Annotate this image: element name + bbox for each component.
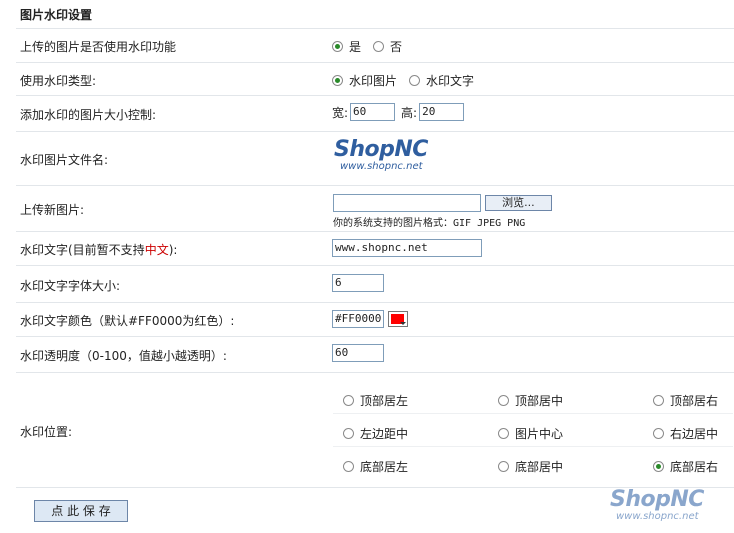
enable-yes-radio[interactable] — [332, 41, 343, 52]
footer-shopnc-logo: ShopNC www.shopnc.net — [610, 487, 704, 523]
watermark-logo-url: www.shopnc.net — [340, 161, 423, 172]
row-enable-watermark: 上传的图片是否使用水印功能 是 否 — [16, 29, 734, 63]
position-radio[interactable] — [653, 428, 664, 439]
position-option-label: 右边居中 — [670, 427, 719, 441]
height-label: 高: — [401, 105, 418, 120]
row-text-color: 水印文字颜色（默认#FF0000为红色）: #FF0000 — [16, 303, 734, 337]
width-input[interactable]: 60 — [350, 103, 396, 121]
position-option-label: 顶部居左 — [360, 394, 409, 408]
color-label: 水印文字颜色（默认#FF0000为红色）: — [20, 314, 235, 328]
position-grid-line-1 — [333, 413, 733, 414]
type-image-option[interactable]: 水印图片 — [332, 72, 397, 89]
watermark-logo-image: ShopNC www.shopnc.net — [334, 137, 428, 173]
position-option-label: 左边距中 — [360, 427, 409, 441]
width-label: 宽: — [332, 105, 349, 120]
font-size-input[interactable]: 6 — [332, 274, 384, 292]
position-radio[interactable] — [343, 395, 354, 406]
type-text-radio[interactable] — [409, 75, 421, 86]
height-input[interactable]: 20 — [419, 103, 465, 121]
row-font-size: 水印文字字体大小: 6 — [16, 266, 734, 303]
supported-formats-text: 你的系统支持的图片格式：GIF JPEG PNG — [333, 218, 526, 229]
position-option-label: 顶部居右 — [670, 394, 719, 408]
color-picker-button[interactable] — [388, 311, 408, 327]
position-radio[interactable] — [498, 461, 509, 472]
size-label: 添加水印的图片大小控制: — [20, 108, 157, 122]
wm-text-input[interactable]: www.shopnc.net — [332, 239, 482, 257]
position-grid-line-2 — [333, 446, 733, 447]
position-option[interactable]: 顶部居右 — [653, 392, 718, 409]
watermark-settings-page: 图片水印设置 上传的图片是否使用水印功能 是 否 使用水印类型: 水印图片 水印 — [0, 0, 734, 533]
wm-text-label-red: 中文 — [144, 243, 169, 257]
position-option[interactable]: 顶部居左 — [343, 392, 408, 409]
row-opacity: 水印透明度（0-100，值越小越透明）: 60 — [16, 337, 734, 373]
position-option-label: 底部居右 — [670, 460, 719, 474]
position-option-label: 底部居左 — [360, 460, 409, 474]
type-label: 使用水印类型: — [20, 74, 97, 88]
position-option[interactable]: 底部居左 — [343, 458, 408, 475]
type-text-option[interactable]: 水印文字 — [409, 72, 474, 89]
type-image-radio[interactable] — [332, 75, 343, 86]
position-option[interactable]: 图片中心 — [498, 425, 563, 442]
row-watermark-text: 水印文字(目前暂不支持中文): www.shopnc.net — [16, 232, 734, 266]
position-radio[interactable] — [343, 428, 354, 439]
enable-label: 上传的图片是否使用水印功能 — [20, 40, 177, 54]
position-radio[interactable] — [343, 461, 354, 472]
position-radio[interactable] — [498, 428, 509, 439]
enable-no-text: 否 — [390, 40, 403, 54]
wm-text-label-suffix: ): — [168, 243, 178, 257]
row-watermark-file: 水印图片文件名: ShopNC www.shopnc.net — [16, 132, 734, 186]
font-size-label: 水印文字字体大小: — [20, 279, 121, 293]
chevron-down-icon — [400, 322, 406, 325]
type-text-text: 水印文字 — [426, 74, 475, 88]
browse-button[interactable]: 浏览... — [484, 195, 552, 211]
position-radio[interactable] — [653, 395, 664, 406]
opacity-input[interactable]: 60 — [332, 344, 384, 362]
color-input[interactable]: #FF0000 — [332, 310, 384, 328]
position-option-label: 底部居中 — [515, 460, 564, 474]
enable-yes-option[interactable]: 是 — [332, 38, 361, 55]
position-option[interactable]: 右边居中 — [653, 425, 718, 442]
position-option[interactable]: 顶部居中 — [498, 392, 563, 409]
wm-text-label: 水印文字(目前暂不支持中文): — [20, 241, 177, 258]
enable-yes-text: 是 — [349, 40, 362, 54]
row-image-size: 添加水印的图片大小控制: 宽: 60 高: 20 — [16, 96, 734, 132]
upload-label: 上传新图片: — [20, 203, 85, 217]
footer-logo-url: www.shopnc.net — [616, 511, 699, 522]
file-path-input[interactable] — [333, 194, 481, 212]
opacity-label: 水印透明度（0-100，值越小越透明）: — [20, 349, 227, 363]
wm-text-label-prefix: 水印文字(目前暂不支持 — [20, 243, 145, 257]
row-watermark-type: 使用水印类型: 水印图片 水印文字 — [16, 63, 734, 96]
footer-logo-text: ShopNC — [610, 487, 704, 512]
watermark-logo-text: ShopNC — [334, 137, 428, 162]
file-label: 水印图片文件名: — [20, 153, 109, 167]
enable-no-radio[interactable] — [373, 41, 385, 52]
save-button[interactable]: 点 此 保 存 — [34, 500, 128, 522]
position-option[interactable]: 左边距中 — [343, 425, 408, 442]
position-option[interactable]: 底部居中 — [498, 458, 563, 475]
position-label: 水印位置: — [20, 425, 73, 439]
section-title: 图片水印设置 — [20, 8, 93, 22]
position-radio[interactable] — [653, 461, 664, 472]
position-option[interactable]: 底部居右 — [653, 458, 718, 475]
position-option-label: 顶部居中 — [515, 394, 564, 408]
row-upload-image: 上传新图片: 浏览... 你的系统支持的图片格式：GIF JPEG PNG — [16, 186, 734, 232]
position-radio[interactable] — [498, 395, 509, 406]
enable-no-option[interactable]: 否 — [373, 38, 402, 55]
type-image-text: 水印图片 — [349, 74, 398, 88]
position-option-label: 图片中心 — [515, 427, 564, 441]
